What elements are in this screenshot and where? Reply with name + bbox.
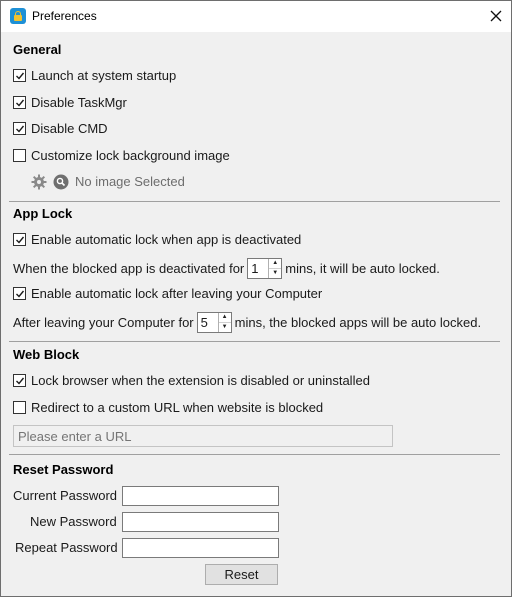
- divider: [9, 201, 500, 202]
- checkmark-icon: [16, 377, 25, 385]
- disable-cmd-label: Disable CMD: [31, 120, 108, 136]
- spinner-up-icon[interactable]: ▲: [218, 313, 231, 323]
- title-bar: Preferences: [1, 1, 511, 32]
- checkbox-box[interactable]: [13, 95, 26, 109]
- leaving-prefix: After leaving your Computer for: [13, 314, 194, 330]
- leaving-timeout-row: After leaving your Computer for 5 ▲ ▼ mi…: [13, 311, 481, 333]
- disable-taskmgr-checkbox[interactable]: Disable TaskMgr: [13, 93, 127, 111]
- preferences-window: Preferences General Launch at system sta…: [0, 0, 512, 597]
- redirect-url-checkbox[interactable]: Redirect to a custom URL when website is…: [13, 398, 323, 416]
- url-input[interactable]: [13, 425, 393, 447]
- auto-lock-leaving-label: Enable automatic lock after leaving your…: [31, 285, 323, 301]
- current-password-label: Current Password: [13, 488, 118, 503]
- checkbox-box[interactable]: [13, 68, 26, 82]
- checkmark-icon: [16, 99, 25, 107]
- checkmark-icon: [16, 72, 25, 80]
- reset-button[interactable]: Reset: [205, 564, 278, 585]
- leaving-minutes-spinner[interactable]: 5 ▲ ▼: [196, 311, 232, 333]
- new-password-label: New Password: [30, 514, 117, 529]
- checkbox-box[interactable]: [13, 373, 26, 387]
- checkmark-icon: [16, 125, 25, 133]
- redirect-url-label: Redirect to a custom URL when website is…: [31, 399, 324, 415]
- checkbox-box[interactable]: [13, 121, 26, 135]
- checkbox-box[interactable]: [13, 232, 26, 246]
- disable-cmd-checkbox[interactable]: Disable CMD: [13, 119, 108, 137]
- close-icon: [490, 10, 502, 22]
- checkmark-icon: [16, 236, 25, 244]
- auto-lock-deactivated-label: Enable automatic lock when app is deacti…: [31, 231, 302, 247]
- new-password-field[interactable]: [122, 512, 279, 532]
- deactivated-minutes-spinner[interactable]: 1 ▲ ▼: [247, 257, 283, 279]
- checkbox-box[interactable]: [13, 286, 26, 300]
- no-image-text: No image Selected: [75, 174, 185, 189]
- repeat-password-label: Repeat Password: [15, 540, 118, 555]
- deactivated-timeout-row: When the blocked app is deactivated for …: [13, 257, 440, 279]
- custom-background-checkbox[interactable]: Customize lock background image: [13, 146, 230, 164]
- section-title-reset-password: Reset Password: [13, 462, 114, 477]
- close-button[interactable]: [481, 1, 511, 32]
- deactivated-suffix: mins, it will be auto locked.: [285, 260, 440, 276]
- leaving-minutes-value[interactable]: 5: [198, 315, 218, 330]
- disable-taskmgr-label: Disable TaskMgr: [31, 94, 127, 110]
- launch-startup-checkbox[interactable]: Launch at system startup: [13, 66, 176, 84]
- section-title-app-lock: App Lock: [13, 206, 73, 221]
- current-password-field[interactable]: [122, 486, 279, 506]
- auto-lock-leaving-checkbox[interactable]: Enable automatic lock after leaving your…: [13, 284, 322, 302]
- section-title-general: General: [13, 42, 62, 57]
- spinner-down-icon[interactable]: ▼: [219, 323, 231, 332]
- repeat-password-field[interactable]: [122, 538, 279, 558]
- spinner-down-icon[interactable]: ▼: [269, 269, 281, 278]
- spinner-up-icon[interactable]: ▲: [269, 259, 282, 269]
- checkbox-box[interactable]: [13, 400, 26, 414]
- leaving-suffix: mins, the blocked apps will be auto lock…: [234, 314, 482, 330]
- gear-icon[interactable]: [31, 174, 47, 190]
- section-title-web-block: Web Block: [13, 347, 80, 362]
- preferences-content: General Launch at system startup Disable…: [1, 32, 511, 596]
- lock-browser-checkbox[interactable]: Lock browser when the extension is disab…: [13, 371, 370, 389]
- checkmark-icon: [16, 290, 25, 298]
- custom-background-label: Customize lock background image: [31, 147, 230, 163]
- window-title: Preferences: [32, 9, 97, 23]
- auto-lock-deactivated-checkbox[interactable]: Enable automatic lock when app is deacti…: [13, 230, 301, 248]
- checkbox-box[interactable]: [13, 148, 26, 162]
- deactivated-minutes-value[interactable]: 1: [248, 261, 268, 276]
- divider: [9, 341, 500, 342]
- launch-startup-label: Launch at system startup: [31, 67, 177, 83]
- lock-browser-label: Lock browser when the extension is disab…: [31, 372, 370, 388]
- divider: [9, 454, 500, 455]
- app-lock-icon: [10, 8, 26, 24]
- deactivated-prefix: When the blocked app is deactivated for: [13, 260, 245, 276]
- search-icon[interactable]: [53, 174, 69, 190]
